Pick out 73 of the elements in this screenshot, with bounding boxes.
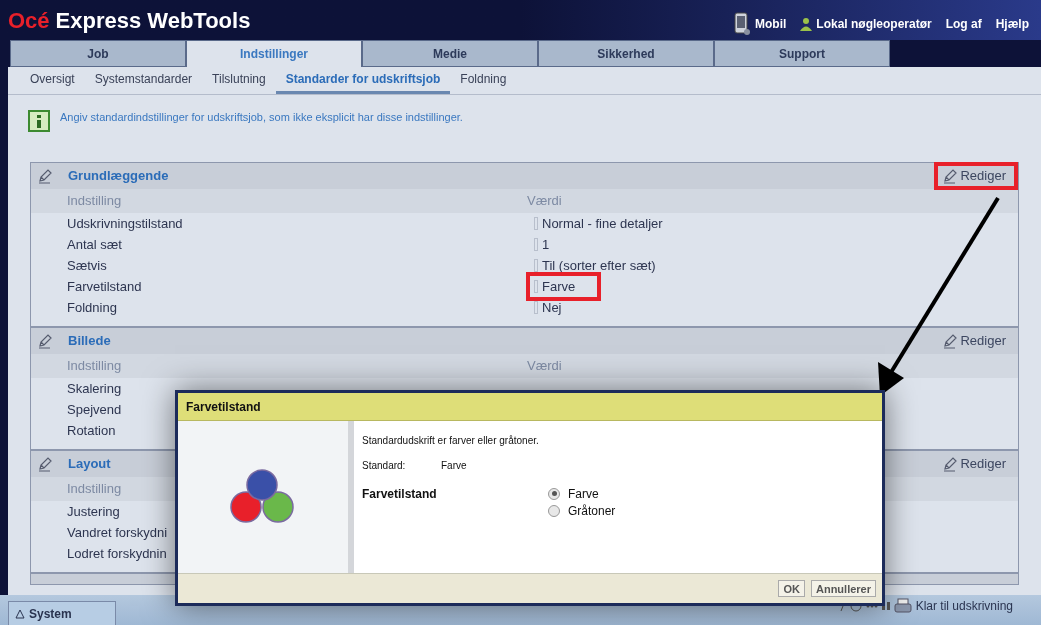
radio-button[interactable]: [548, 504, 560, 517]
radio-button[interactable]: [548, 487, 560, 500]
pencil-icon: [37, 168, 53, 184]
header-link[interactable]: Lokal nøgleoperatør: [816, 15, 932, 33]
section-title: Grundlæggende: [68, 167, 169, 186]
setting-label: Lodret forskydnin: [67, 545, 167, 561]
setting-value: Farve: [542, 277, 576, 296]
radio-option[interactable]: Farve: [548, 485, 616, 502]
section-title: Layout: [68, 455, 111, 474]
system-tab[interactable]: System: [8, 601, 116, 625]
triangle-icon: [15, 608, 25, 619]
header-link[interactable]: Hjælp: [995, 15, 1029, 33]
setting-label: Rotation: [67, 422, 116, 438]
pencil-icon: [942, 168, 959, 184]
logo-brand: Océ: [8, 6, 50, 35]
nav-tab[interactable]: Indstillinger: [186, 40, 362, 67]
value-marker-icon: [534, 280, 538, 293]
printer-icon: [893, 598, 912, 614]
setting-value: 1: [542, 235, 550, 254]
sub-tab[interactable]: Foldning: [450, 67, 517, 94]
pencil-icon: [37, 333, 53, 349]
value-marker-icon: [534, 217, 538, 230]
color-circles-icon: [230, 469, 296, 525]
header-link[interactable]: Mobil: [754, 15, 787, 33]
setting-value: Nej: [542, 298, 562, 317]
setting-label: Udskrivningstilstand: [67, 215, 183, 231]
setting-label: Antal sæt: [67, 236, 122, 252]
setting-label: Justering: [67, 503, 120, 519]
edit-button[interactable]: Rediger: [942, 166, 1006, 186]
setting-label: Farvetilstand: [67, 278, 142, 294]
setting-label: Spejvend: [67, 401, 122, 417]
edit-button[interactable]: Rediger: [942, 454, 1006, 474]
header-link[interactable]: Log af: [945, 15, 982, 33]
section-title: Billede: [68, 332, 111, 351]
value-marker-icon: [534, 238, 538, 251]
sub-tab[interactable]: Systemstandarder: [84, 67, 203, 94]
default-value: Farve: [441, 459, 467, 473]
nav-tab[interactable]: Support: [714, 40, 890, 67]
nav-tab[interactable]: Sikkerhed: [538, 40, 714, 67]
status-text: Klar til udskrivning: [915, 598, 1013, 615]
column-header: Værdi: [527, 358, 562, 374]
phone-icon: [732, 12, 751, 36]
dialog-description: Standardudskrift er farver eller gråtoner.: [362, 434, 540, 448]
column-header: Indstilling: [67, 481, 122, 497]
value-marker-icon: [534, 301, 538, 314]
pencil-icon: [942, 333, 959, 349]
info-text: Angiv standardindstillinger for udskriftsjob, som ikke eksplicit har disse indstillinger.: [60, 109, 463, 125]
edit-button[interactable]: Rediger: [942, 331, 1006, 351]
setting-label: Skalering: [67, 380, 122, 396]
setting-value: Til (sorter efter sæt): [542, 256, 656, 275]
sub-tab[interactable]: Oversigt: [20, 67, 85, 94]
user-icon: [800, 17, 813, 31]
value-marker-icon: [534, 259, 538, 272]
default-label: Standard:: [362, 459, 407, 473]
dialog-button[interactable]: OK: [778, 580, 805, 597]
field-label: Farvetilstand: [362, 486, 438, 503]
setting-label: Sætvis: [67, 257, 107, 273]
column-header: Indstilling: [67, 358, 122, 374]
setting-value: Normal - fine detaljer: [542, 214, 663, 233]
setting-label: Vandret forskydni: [67, 524, 168, 540]
sub-tab[interactable]: Tilslutning: [202, 67, 276, 94]
logo-product: Express WebTools: [55, 6, 251, 35]
setting-label: Foldning: [67, 299, 117, 315]
pencil-icon: [942, 456, 959, 472]
nav-tab[interactable]: Job: [10, 40, 186, 67]
pencil-icon: [37, 456, 53, 472]
nav-tab[interactable]: Medie: [362, 40, 538, 67]
dialog-title: Farvetilstand: [186, 398, 261, 416]
column-header: Værdi: [527, 193, 562, 209]
column-header: Indstilling: [67, 193, 122, 209]
dialog-button[interactable]: Annullerer: [811, 580, 876, 597]
info-icon: [28, 110, 50, 132]
radio-option[interactable]: Gråtoner: [548, 502, 616, 519]
